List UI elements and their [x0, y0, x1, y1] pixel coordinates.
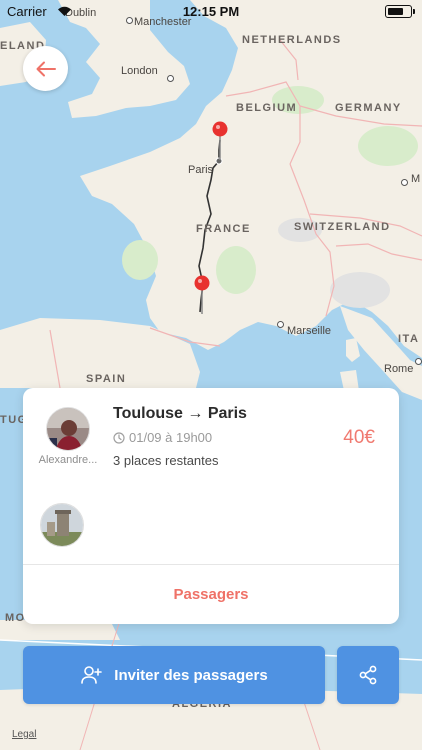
driver-name: Alexandre... [38, 454, 98, 466]
arrow-left-icon [36, 61, 56, 76]
battery-tip [413, 9, 415, 14]
map-label-italy: ITA [398, 333, 420, 345]
route-title: Toulouse → Paris [113, 405, 247, 422]
map-label-marseille: Marseille [287, 325, 332, 337]
map-label-paris: Paris [188, 164, 214, 176]
status-time: 12:15 PM [182, 4, 240, 19]
map-label-switzerland: SWITZERLAND [294, 221, 391, 233]
map-label-belgium: BELGIUM [236, 102, 298, 114]
back-button[interactable] [23, 46, 68, 91]
trip-price: 40€ [343, 427, 375, 448]
departure-date: 01/09 à 19h00 [129, 430, 213, 445]
map-label-germany: GERMANY [335, 102, 402, 114]
origin-pin-icon[interactable] [192, 274, 212, 316]
driver-avatar[interactable] [46, 407, 90, 451]
clock-icon [113, 431, 125, 444]
map-label-netherlands: NETHERLANDS [242, 34, 342, 46]
city-dot-munich [401, 179, 408, 186]
driver-photo [47, 408, 89, 450]
city-dot-marseille [277, 321, 284, 328]
battery-icon [385, 5, 412, 18]
passengers-button[interactable]: Passagers [23, 565, 399, 624]
seats-remaining: 3 places restantes [113, 453, 219, 468]
battery-level [387, 7, 404, 15]
city-dot-london [167, 75, 174, 82]
status-bar: Carrier 12:15 PM [0, 0, 422, 22]
invite-passengers-label: Inviter des passagers [114, 666, 268, 684]
passenger-photo [41, 504, 83, 546]
passenger-avatar[interactable] [40, 503, 84, 547]
invite-passengers-button[interactable]: Inviter des passagers [23, 646, 325, 704]
share-icon [359, 665, 377, 685]
map-label-munich: M [411, 173, 421, 185]
map-label-london: London [121, 65, 158, 77]
legal-link[interactable]: Legal [12, 729, 36, 740]
destination-pin-icon[interactable] [210, 120, 230, 162]
map-label-spain: SPAIN [86, 373, 127, 385]
map-label-rome: Rome [384, 363, 414, 375]
map-view[interactable]: Dublin Manchester ELAND NETHERLANDS Lond… [0, 0, 422, 750]
map-label-france: FRANCE [196, 223, 251, 235]
departure-row: 01/09 à 19h00 [113, 430, 212, 445]
share-button[interactable] [337, 646, 399, 704]
trip-card[interactable]: Alexandre... Toulouse → Paris 01/09 à 19… [23, 388, 399, 624]
add-user-icon [80, 664, 103, 686]
city-dot-rome [415, 358, 422, 365]
